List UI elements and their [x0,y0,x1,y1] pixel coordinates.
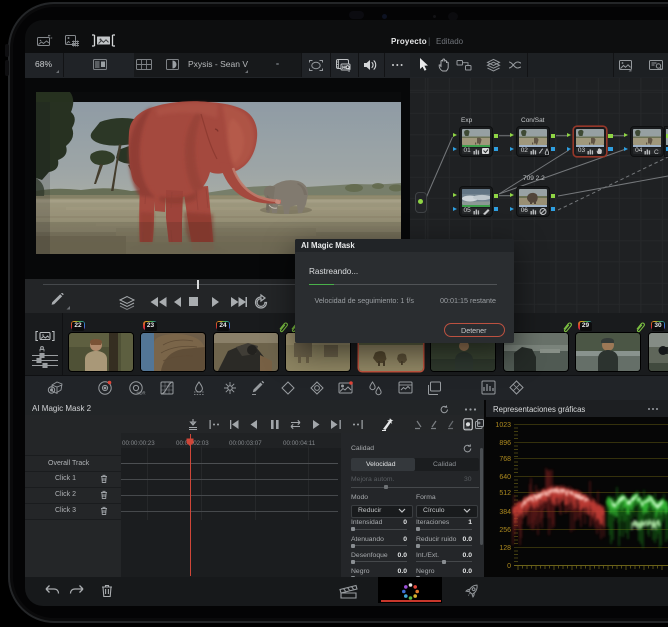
svg-text:640: 640 [499,474,511,481]
svg-text:256: 256 [499,527,511,534]
svg-text:128: 128 [499,545,511,552]
svg-text:0: 0 [507,563,511,570]
svg-text:HDR: HDR [137,391,146,396]
svg-text:C: C [654,149,659,155]
svg-text:384: 384 [499,509,511,516]
svg-text:768: 768 [499,456,511,463]
svg-text:512: 512 [499,490,511,497]
svg-text:896: 896 [499,440,511,447]
svg-text:1023: 1023 [495,422,511,429]
